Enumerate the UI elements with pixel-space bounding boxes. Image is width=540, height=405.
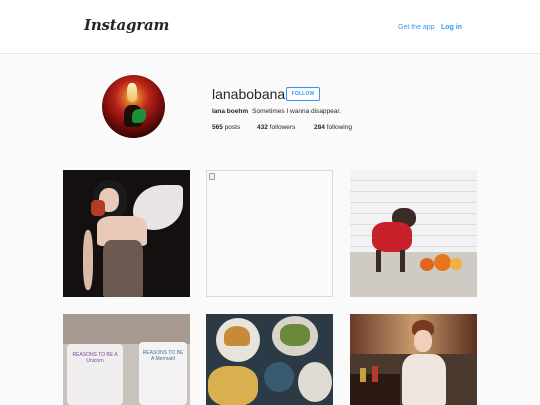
- log-in-link[interactable]: Log in: [441, 24, 462, 31]
- mug-text: REASONS TO BE A Mermaid: [142, 350, 184, 362]
- plate: [298, 362, 332, 402]
- profile-full-name: lana boehm: [212, 108, 249, 115]
- broken-image-icon: [209, 173, 215, 180]
- followers-count: 432: [257, 124, 268, 131]
- post-thumbnail-4[interactable]: REASONS TO BE A Unicorn REASONS TO BE A …: [63, 314, 190, 405]
- face: [414, 330, 432, 352]
- dog-leg: [376, 250, 381, 272]
- pumpkin: [434, 254, 451, 271]
- instagram-logo[interactable]: Instagram: [84, 16, 169, 34]
- pumpkin: [420, 258, 434, 271]
- mermaid-mug: REASONS TO BE A Mermaid: [139, 342, 187, 405]
- profile-username: lanabobana: [212, 86, 286, 102]
- bottle: [372, 366, 378, 382]
- drink-glass: [91, 200, 105, 216]
- unicorn-mug: REASONS TO BE A Unicorn: [67, 344, 123, 405]
- following-count: 284: [314, 124, 325, 131]
- posts-stat: 565 posts: [212, 124, 240, 131]
- post-thumbnail-6[interactable]: [350, 314, 477, 405]
- pumpkin: [450, 258, 462, 270]
- white-top: [402, 354, 446, 405]
- get-the-app-link[interactable]: Get the app: [398, 24, 435, 31]
- followers-label: followers: [269, 124, 296, 131]
- avatar-lamp: [127, 83, 137, 101]
- posts-label: posts: [224, 124, 241, 131]
- profile-bio-text: Sometimes I wanna disappear.: [252, 108, 342, 115]
- fries: [208, 366, 258, 405]
- profile-bio: lana boehm Sometimes I wanna disappear.: [212, 108, 341, 115]
- dog-leg: [400, 250, 405, 272]
- burger: [224, 326, 250, 346]
- post-thumbnail-3[interactable]: [350, 170, 477, 297]
- arm: [83, 230, 93, 290]
- following-stat[interactable]: 284 following: [314, 124, 352, 131]
- follow-button[interactable]: FOLLOW: [286, 87, 320, 101]
- bowl: [264, 362, 294, 392]
- following-label: following: [326, 124, 352, 131]
- salad: [280, 324, 310, 346]
- lace-corset: [103, 240, 143, 297]
- post-thumbnail-5[interactable]: [206, 314, 333, 405]
- bottle: [360, 368, 366, 382]
- mug-text: REASONS TO BE A Unicorn: [72, 352, 118, 364]
- red-sweater: [372, 222, 412, 252]
- background: [63, 314, 190, 344]
- profile-avatar[interactable]: [102, 75, 165, 138]
- avatar-plant: [132, 109, 146, 123]
- post-thumbnail-2[interactable]: [206, 170, 333, 297]
- posts-count: 565: [212, 124, 223, 131]
- post-thumbnail-1[interactable]: [63, 170, 190, 297]
- followers-stat[interactable]: 432 followers: [257, 124, 295, 131]
- top-navigation-bar: Instagram Get the app Log in: [0, 0, 540, 54]
